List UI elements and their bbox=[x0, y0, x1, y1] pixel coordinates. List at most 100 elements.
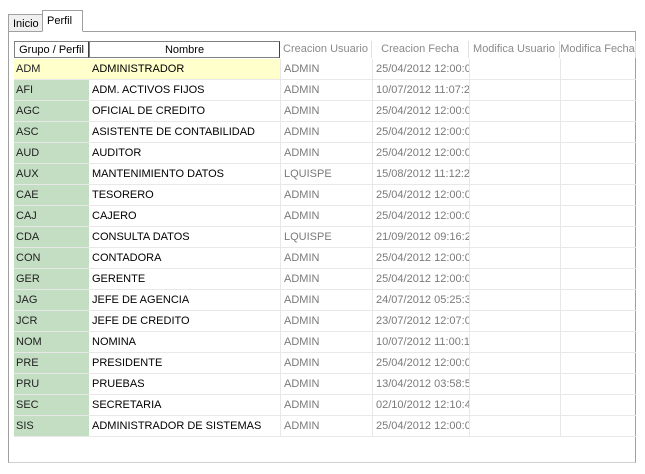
cell-grupo-perfil[interactable]: PRU bbox=[14, 374, 89, 394]
cell-creacion-usuario[interactable]: ADMIN bbox=[280, 311, 372, 331]
cell-creacion-fecha[interactable]: 10/07/2012 11:00:1 bbox=[372, 332, 469, 352]
cell-creacion-usuario[interactable]: ADMIN bbox=[280, 332, 372, 352]
cell-grupo-perfil[interactable]: SIS bbox=[14, 416, 89, 436]
cell-modifica-usuario[interactable] bbox=[469, 143, 560, 163]
cell-modifica-usuario[interactable] bbox=[469, 101, 560, 121]
col-header-grupo-perfil[interactable]: Grupo / Perfil bbox=[14, 41, 89, 58]
cell-modifica-usuario[interactable] bbox=[469, 248, 560, 268]
cell-modifica-usuario[interactable] bbox=[469, 311, 560, 331]
cell-nombre[interactable]: CONTADORA bbox=[89, 248, 280, 268]
cell-creacion-usuario[interactable]: ADMIN bbox=[280, 80, 372, 100]
cell-modifica-fecha[interactable] bbox=[560, 353, 636, 373]
table-row[interactable]: JCR JEFE DE CREDITO ADMIN 23/07/2012 12:07:… bbox=[14, 311, 636, 332]
cell-modifica-fecha[interactable] bbox=[560, 248, 636, 268]
cell-modifica-usuario[interactable] bbox=[469, 122, 560, 142]
cell-nombre[interactable]: CONSULTA DATOS bbox=[89, 227, 280, 247]
cell-creacion-usuario[interactable]: ADMIN bbox=[280, 248, 372, 268]
cell-creacion-usuario[interactable]: ADMIN bbox=[280, 143, 372, 163]
table-row[interactable]: NOM NOMINA ADMIN 10/07/2012 11:00:1 bbox=[14, 332, 636, 353]
cell-creacion-fecha[interactable]: 10/07/2012 11:07:2 bbox=[372, 80, 469, 100]
cell-nombre[interactable]: MANTENIMIENTO DATOS bbox=[89, 164, 280, 184]
cell-creacion-fecha[interactable]: 21/09/2012 09:16:2 bbox=[372, 227, 469, 247]
cell-nombre[interactable]: GERENTE bbox=[89, 269, 280, 289]
cell-nombre[interactable]: PRUEBAS bbox=[89, 374, 280, 394]
col-header-nombre[interactable]: Nombre bbox=[89, 41, 280, 58]
cell-modifica-fecha[interactable] bbox=[560, 101, 636, 121]
cell-creacion-fecha[interactable]: 02/10/2012 12:10:4 bbox=[372, 395, 469, 415]
tab-perfil[interactable]: Perfil bbox=[42, 10, 83, 32]
cell-nombre[interactable]: AUDITOR bbox=[89, 143, 280, 163]
cell-creacion-usuario[interactable]: ADMIN bbox=[280, 269, 372, 289]
cell-grupo-perfil[interactable]: PRE bbox=[14, 353, 89, 373]
cell-modifica-fecha[interactable] bbox=[560, 59, 636, 79]
cell-nombre[interactable]: ASISTENTE DE CONTABILIDAD bbox=[89, 122, 280, 142]
table-row[interactable]: CON CONTADORA ADMIN 25/04/2012 12:00:0 bbox=[14, 248, 636, 269]
cell-nombre[interactable]: ADMINISTRADOR bbox=[89, 59, 280, 79]
col-header-creacion-usuario[interactable]: Creacion Usuario bbox=[280, 41, 372, 58]
cell-modifica-fecha[interactable] bbox=[560, 374, 636, 394]
cell-grupo-perfil[interactable]: AUD bbox=[14, 143, 89, 163]
cell-nombre[interactable]: OFICIAL DE CREDITO bbox=[89, 101, 280, 121]
col-header-creacion-fecha[interactable]: Creacion Fecha bbox=[372, 41, 469, 58]
table-row[interactable]: ADM ADMINISTRADOR ADMIN 25/04/2012 12:00:0 bbox=[14, 59, 636, 80]
cell-grupo-perfil[interactable]: AUX bbox=[14, 164, 89, 184]
cell-nombre[interactable]: JEFE DE AGENCIA bbox=[89, 290, 280, 310]
cell-modifica-fecha[interactable] bbox=[560, 395, 636, 415]
cell-nombre[interactable]: PRESIDENTE bbox=[89, 353, 280, 373]
cell-modifica-usuario[interactable] bbox=[469, 374, 560, 394]
profiles-grid[interactable]: Grupo / Perfil Nombre Creacion Usuario C… bbox=[14, 41, 636, 441]
cell-grupo-perfil[interactable]: AGC bbox=[14, 101, 89, 121]
cell-creacion-fecha[interactable]: 15/08/2012 11:12:2 bbox=[372, 164, 469, 184]
cell-grupo-perfil[interactable]: SEC bbox=[14, 395, 89, 415]
cell-creacion-fecha[interactable]: 25/04/2012 12:00:0 bbox=[372, 416, 469, 436]
cell-nombre[interactable]: CAJERO bbox=[89, 206, 280, 226]
cell-grupo-perfil[interactable]: GER bbox=[14, 269, 89, 289]
cell-nombre[interactable]: ADM. ACTIVOS FIJOS bbox=[89, 80, 280, 100]
cell-creacion-fecha[interactable]: 24/07/2012 05:25:3 bbox=[372, 290, 469, 310]
cell-creacion-usuario[interactable]: ADMIN bbox=[280, 290, 372, 310]
col-header-modifica-fecha[interactable]: Modifica Fecha bbox=[560, 41, 636, 58]
cell-creacion-fecha[interactable]: 25/04/2012 12:00:0 bbox=[372, 101, 469, 121]
table-row[interactable]: AUX MANTENIMIENTO DATOS LQUISPE 15/08/2012 … bbox=[14, 164, 636, 185]
table-row[interactable]: SIS ADMINISTRADOR DE SISTEMAS ADMIN 25/04/2… bbox=[14, 416, 636, 437]
cell-grupo-perfil[interactable]: CDA bbox=[14, 227, 89, 247]
cell-modifica-usuario[interactable] bbox=[469, 332, 560, 352]
tab-inicio[interactable]: Inicio bbox=[8, 14, 43, 32]
cell-modifica-fecha[interactable] bbox=[560, 80, 636, 100]
cell-creacion-usuario[interactable]: ADMIN bbox=[280, 416, 372, 436]
table-row[interactable]: JAG JEFE DE AGENCIA ADMIN 24/07/2012 05:25:… bbox=[14, 290, 636, 311]
table-row[interactable]: AGC OFICIAL DE CREDITO ADMIN 25/04/2012 12:… bbox=[14, 101, 636, 122]
table-row[interactable]: CAJ CAJERO ADMIN 25/04/2012 12:00:0 bbox=[14, 206, 636, 227]
cell-creacion-usuario[interactable]: ADMIN bbox=[280, 122, 372, 142]
cell-creacion-fecha[interactable]: 25/04/2012 12:00:0 bbox=[372, 185, 469, 205]
table-row[interactable]: GER GERENTE ADMIN 25/04/2012 12:00:0 bbox=[14, 269, 636, 290]
cell-creacion-fecha[interactable]: 13/04/2012 03:58:5 bbox=[372, 374, 469, 394]
cell-modifica-usuario[interactable] bbox=[469, 59, 560, 79]
cell-creacion-usuario[interactable]: ADMIN bbox=[280, 206, 372, 226]
cell-modifica-usuario[interactable] bbox=[469, 206, 560, 226]
cell-nombre[interactable]: ADMINISTRADOR DE SISTEMAS bbox=[89, 416, 280, 436]
cell-grupo-perfil[interactable]: CAE bbox=[14, 185, 89, 205]
cell-creacion-fecha[interactable]: 23/07/2012 12:07:0 bbox=[372, 311, 469, 331]
cell-creacion-usuario[interactable]: LQUISPE bbox=[280, 164, 372, 184]
cell-grupo-perfil[interactable]: NOM bbox=[14, 332, 89, 352]
cell-modifica-usuario[interactable] bbox=[469, 164, 560, 184]
cell-grupo-perfil[interactable]: AFI bbox=[14, 80, 89, 100]
table-row[interactable]: CDA CONSULTA DATOS LQUISPE 21/09/2012 09:16… bbox=[14, 227, 636, 248]
cell-creacion-usuario[interactable]: LQUISPE bbox=[280, 227, 372, 247]
cell-nombre[interactable]: JEFE DE CREDITO bbox=[89, 311, 280, 331]
cell-creacion-fecha[interactable]: 25/04/2012 12:00:0 bbox=[372, 248, 469, 268]
cell-modifica-fecha[interactable] bbox=[560, 269, 636, 289]
cell-modifica-usuario[interactable] bbox=[469, 290, 560, 310]
cell-creacion-usuario[interactable]: ADMIN bbox=[280, 353, 372, 373]
cell-creacion-usuario[interactable]: ADMIN bbox=[280, 185, 372, 205]
cell-modifica-fecha[interactable] bbox=[560, 227, 636, 247]
cell-modifica-usuario[interactable] bbox=[469, 185, 560, 205]
cell-modifica-fecha[interactable] bbox=[560, 311, 636, 331]
cell-creacion-fecha[interactable]: 25/04/2012 12:00:0 bbox=[372, 206, 469, 226]
cell-modifica-fecha[interactable] bbox=[560, 185, 636, 205]
cell-grupo-perfil[interactable]: CAJ bbox=[14, 206, 89, 226]
table-row[interactable]: ASC ASISTENTE DE CONTABILIDAD ADMIN 25/04/2… bbox=[14, 122, 636, 143]
cell-creacion-fecha[interactable]: 25/04/2012 12:00:0 bbox=[372, 59, 469, 79]
cell-modifica-fecha[interactable] bbox=[560, 290, 636, 310]
